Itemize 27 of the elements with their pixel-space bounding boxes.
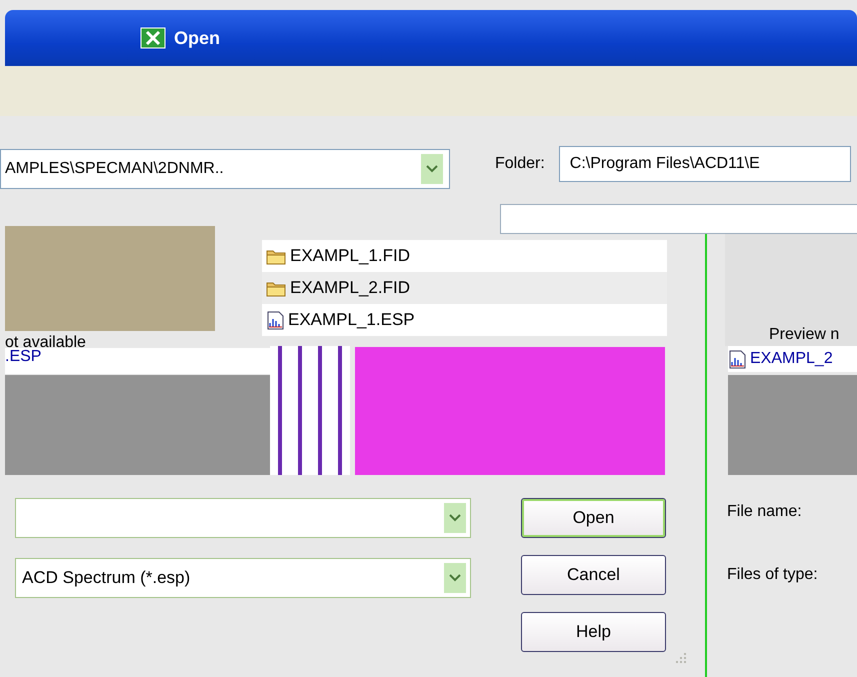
preview-text: ot available bbox=[5, 334, 86, 351]
spectrum-file-icon bbox=[266, 310, 284, 330]
dropdown-button[interactable] bbox=[421, 154, 443, 184]
open-button[interactable]: Open bbox=[521, 498, 666, 538]
files-of-type-label: Files of type: bbox=[727, 566, 818, 584]
file-type-field[interactable]: ACD Spectrum (*.esp) bbox=[15, 558, 471, 598]
file-item[interactable]: EXAMPL_2.FID bbox=[262, 272, 667, 304]
help-button[interactable]: Help bbox=[521, 612, 666, 652]
dropdown-icon bbox=[449, 574, 461, 582]
file-item[interactable]: EXAMPL_1.FID bbox=[262, 240, 667, 272]
spectrum-file-icon bbox=[728, 350, 746, 368]
resize-grip-icon bbox=[675, 652, 687, 664]
file-item[interactable]: EXAMPL_1.ESP bbox=[262, 304, 667, 336]
file-name-label: File name: bbox=[727, 503, 802, 521]
dropdown-icon bbox=[449, 514, 461, 522]
app-icon bbox=[140, 27, 166, 49]
folder-field[interactable]: C:\Program Files\ACD11\E bbox=[558, 146, 851, 182]
dropdown-icon bbox=[426, 165, 438, 173]
file-item[interactable]: EXAMPL_2 bbox=[728, 346, 857, 372]
dropdown-button[interactable] bbox=[444, 503, 466, 533]
folder-label: Folder: bbox=[495, 155, 545, 173]
cancel-button[interactable]: Cancel bbox=[521, 555, 666, 595]
preview-label: Preview n bbox=[769, 326, 840, 344]
look-in-field[interactable]: AMPLES\SPECMAN\2DNMR.. bbox=[0, 149, 450, 189]
window-title: Open bbox=[174, 28, 220, 48]
dropdown-button[interactable] bbox=[444, 563, 466, 593]
file-name-field[interactable] bbox=[15, 498, 471, 538]
